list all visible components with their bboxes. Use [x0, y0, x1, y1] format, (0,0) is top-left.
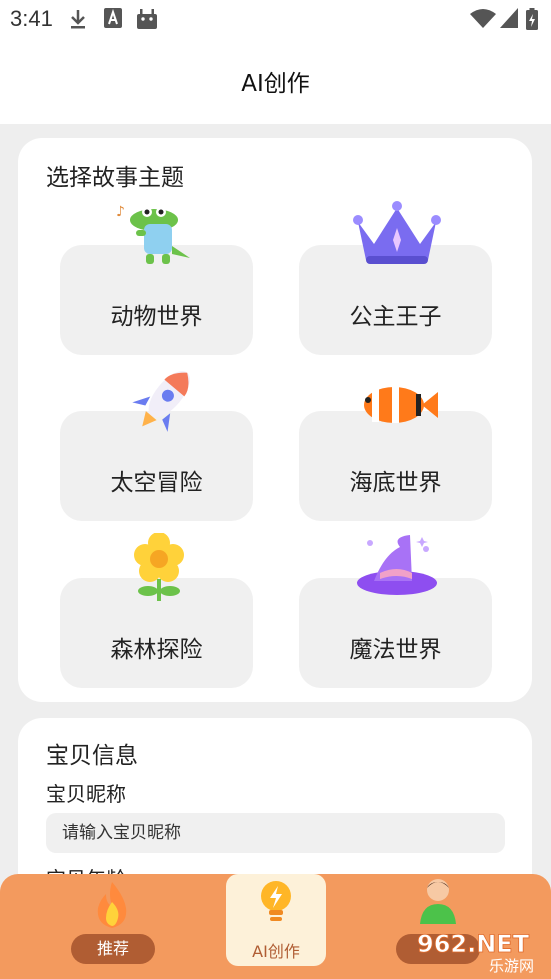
- clownfish-icon: [364, 387, 438, 423]
- download-icon: [71, 10, 85, 29]
- nickname-input[interactable]: [46, 813, 505, 853]
- theme-label: 公主王子: [349, 304, 442, 330]
- watermark-text: 962.NET: [417, 930, 530, 958]
- theme-label: 动物世界: [110, 304, 203, 330]
- nav-label-recommend: 推荐: [71, 934, 155, 964]
- status-bar: 3:41: [0, 0, 551, 38]
- status-time: 3:41: [10, 6, 53, 31]
- flower-icon: [134, 533, 184, 601]
- crocodile-icon: ♪: [116, 204, 190, 264]
- page-title: AI创作: [241, 71, 310, 97]
- svg-text:♪: ♪: [116, 204, 125, 220]
- android-icon: [137, 9, 157, 29]
- signal-icon: [500, 8, 518, 28]
- lightbulb-icon: [261, 881, 291, 921]
- nav-tab-ai-create[interactable]: AI创作: [226, 874, 326, 979]
- person-icon: [420, 879, 456, 924]
- theme-label: 魔法世界: [349, 637, 442, 663]
- wizard-hat-icon: [357, 535, 437, 595]
- app-header: AI创作: [0, 38, 551, 124]
- nav-tab-recommend[interactable]: 推荐: [38, 874, 188, 979]
- nav-label-ai-create: AI创作: [252, 942, 300, 961]
- crown-icon: [353, 201, 441, 264]
- theme-label: 海底世界: [349, 470, 442, 496]
- flame-icon: [97, 882, 127, 928]
- baby-section-title: 宝贝信息: [46, 743, 138, 769]
- theme-label: 太空冒险: [110, 470, 203, 496]
- rocket-icon: [132, 371, 190, 432]
- nickname-label: 宝贝昵称: [46, 782, 126, 806]
- theme-card: 选择故事主题 动物世界 公主王子 太空冒险 海底世界 森林探险 魔法世界 ♪: [18, 138, 532, 702]
- a-letter-icon: [104, 8, 122, 28]
- theme-label: 森林探险: [110, 637, 203, 663]
- battery-icon: [526, 8, 538, 30]
- theme-section-title: 选择故事主题: [46, 165, 184, 191]
- watermark-subtext: 乐游网: [489, 957, 534, 974]
- site-watermark: 962.NET 乐游网: [417, 930, 534, 974]
- wifi-icon: [470, 9, 496, 28]
